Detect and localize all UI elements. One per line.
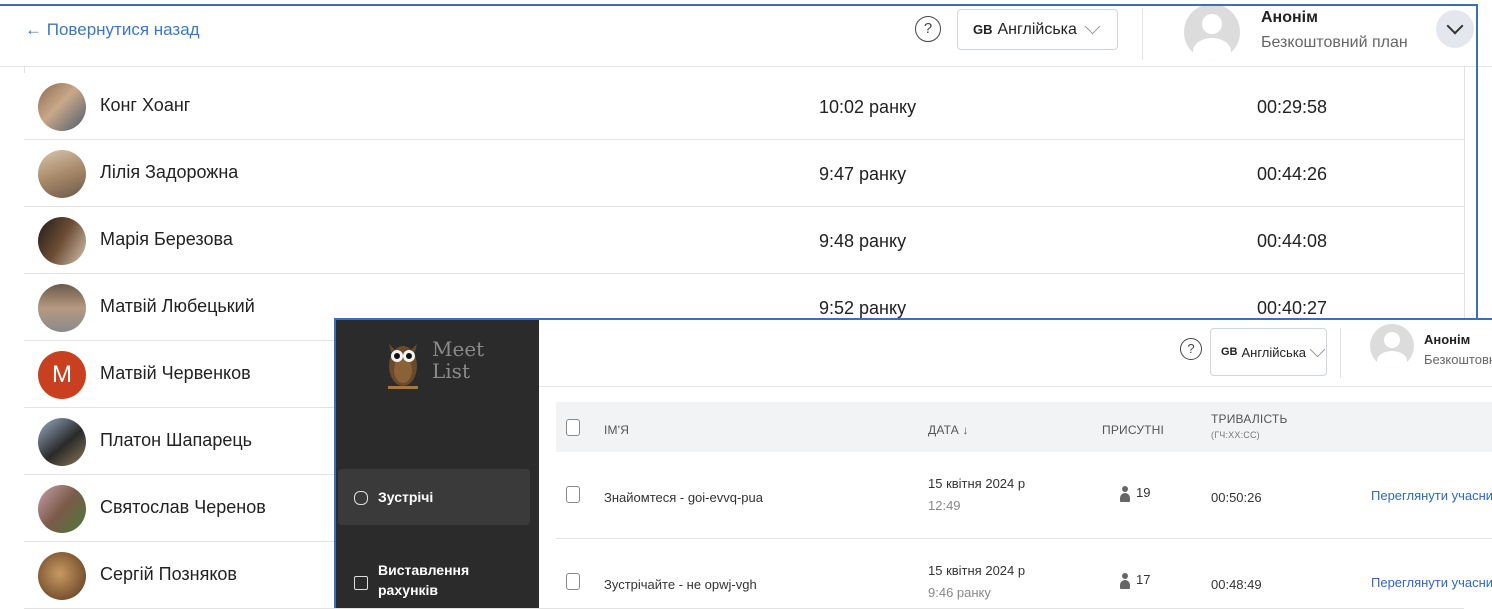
participant-name: Сергій Позняков xyxy=(100,564,237,584)
chevron-down-icon xyxy=(1309,341,1326,357)
table-row: Знайомтеся - goi-evvq-pua 15 квітня 2024… xyxy=(556,452,1492,539)
avatar: M xyxy=(38,351,86,399)
column-header-present[interactable]: ПРИСУТНІ xyxy=(1102,423,1164,437)
column-header-duration[interactable]: ТРИВАЛІСТЬ (ГЧ:ХХ:СС) xyxy=(1211,412,1288,440)
divider xyxy=(1340,328,1341,378)
join-time: 9:48 ранку xyxy=(819,231,907,251)
person-icon xyxy=(1120,486,1130,502)
user-plan: Безкоштовни xyxy=(1424,352,1492,367)
window-frame xyxy=(1476,4,1478,318)
join-time: 10:02 ранку xyxy=(819,97,917,117)
back-link[interactable]: ← Повернутися назад xyxy=(25,20,200,40)
meeting-time: 9:46 ранку xyxy=(928,585,991,600)
avatar xyxy=(38,485,86,533)
table-header: ІМ'Я ДАТА ↓ ПРИСУТНІ ТРИВАЛІСТЬ (ГЧ:ХХ:С… xyxy=(556,402,1492,452)
language-select[interactable]: GB Англійська xyxy=(1210,328,1327,376)
sidebar-item-meetings[interactable]: Зустрічі xyxy=(338,469,530,525)
duration: 00:40:27 xyxy=(1257,298,1328,318)
help-icon[interactable]: ? xyxy=(1180,338,1202,360)
meeting-duration: 00:48:49 xyxy=(1211,577,1262,592)
column-header-name[interactable]: ІМ'Я xyxy=(604,423,629,437)
meeting-name: Зустрічайте - не opwj-vgh xyxy=(604,577,757,592)
user-name: Анонім xyxy=(1261,9,1318,26)
label-line: Виставлення xyxy=(378,562,470,578)
sort-arrow-icon: ↓ xyxy=(962,423,969,437)
logo-line: Meet xyxy=(432,337,485,361)
participant-name: Лілія Задорожна xyxy=(100,162,239,182)
avatar xyxy=(38,217,86,265)
list-item: Конг Хоанг 10:02 ранку 00:29:58 xyxy=(24,73,1464,140)
divider xyxy=(1142,8,1143,60)
meeting-date: 15 квітня 2024 р xyxy=(928,476,1026,491)
participant-name: Святослав Черенов xyxy=(100,497,266,517)
avatar[interactable] xyxy=(1370,324,1414,368)
chevron-down-icon xyxy=(1446,17,1464,35)
row-checkbox[interactable] xyxy=(566,486,580,503)
sidebar-item-label: Виставлення рахунків xyxy=(378,560,469,600)
window-frame xyxy=(0,4,1478,6)
language-label: Англійська xyxy=(997,20,1077,38)
label-line: рахунків xyxy=(378,582,439,598)
meetings-table: ІМ'Я ДАТА ↓ ПРИСУТНІ ТРИВАЛІСТЬ (ГЧ:ХХ:С… xyxy=(556,402,1492,608)
language-label: Англійська xyxy=(1241,344,1307,360)
gb-flag-icon: GB xyxy=(1221,346,1238,358)
select-all-checkbox[interactable] xyxy=(566,419,580,436)
sidebar-item-label: Зустрічі xyxy=(378,489,434,505)
list-item: Лілія Задорожна 9:47 ранку 00:44:26 xyxy=(24,140,1464,207)
participant-name: Марія Березова xyxy=(100,229,233,249)
sidebar-item-billing[interactable]: Виставлення рахунків xyxy=(338,550,530,608)
language-select[interactable]: GB Англійська xyxy=(957,9,1118,50)
column-header-label: ДАТА xyxy=(928,423,959,437)
sidebar: Meet List Зустрічі Виставлення рахунків xyxy=(336,320,539,608)
duration: 00:44:26 xyxy=(1257,164,1328,184)
meeting-time: 12:49 xyxy=(928,498,961,513)
view-participants-link[interactable]: Переглянути учасникі xyxy=(1371,488,1492,503)
account-menu-button[interactable] xyxy=(1436,10,1474,48)
divider xyxy=(539,386,1492,387)
table-border xyxy=(1464,66,1465,318)
logo-text: Meet List xyxy=(432,338,484,382)
meeting-name: Знайомтеся - goi-evvq-pua xyxy=(604,490,763,505)
column-header-unit: (ГЧ:ХХ:СС) xyxy=(1211,430,1260,440)
meeting-date: 15 квітня 2024 р xyxy=(928,563,1026,578)
present-count: 17 xyxy=(1136,572,1151,587)
participant-name: Конг Хоанг xyxy=(100,95,191,115)
meetings-icon xyxy=(354,491,368,505)
user-name: Анонім xyxy=(1424,332,1471,347)
back-window-header: ← Повернутися назад ? GB Англійська Анон… xyxy=(0,0,1492,67)
avatar xyxy=(38,552,86,600)
participant-name: Платон Шапарець xyxy=(100,430,253,450)
present-count: 19 xyxy=(1136,485,1151,500)
table-row: Зустрічайте - не opwj-vgh 15 квітня 2024… xyxy=(556,539,1492,608)
chevron-down-icon xyxy=(1084,18,1101,35)
join-time: 9:47 ранку xyxy=(819,164,907,184)
person-icon xyxy=(1120,573,1130,589)
column-header-date[interactable]: ДАТА ↓ xyxy=(928,423,969,437)
avatar[interactable] xyxy=(1184,4,1240,60)
avatar xyxy=(38,83,86,131)
avatar xyxy=(38,418,86,466)
row-checkbox[interactable] xyxy=(566,573,580,590)
owl-logo-icon xyxy=(388,344,418,389)
avatar xyxy=(38,150,86,198)
meetings-window: Meet List Зустрічі Виставлення рахунків … xyxy=(334,318,1492,608)
join-time: 9:52 ранку xyxy=(819,298,907,318)
column-header-label: ТРИВАЛІСТЬ xyxy=(1211,412,1288,426)
meeting-duration: 00:50:26 xyxy=(1211,490,1262,505)
gb-flag-icon: GB xyxy=(973,22,993,37)
view-participants-link[interactable]: Переглянути учасникі xyxy=(1371,575,1492,590)
participant-name: Матвій Любецький xyxy=(100,296,255,316)
user-plan: Безкоштовний план xyxy=(1261,34,1408,51)
avatar xyxy=(38,284,86,332)
participant-name: Матвій Червенков xyxy=(100,363,251,383)
billing-icon xyxy=(354,576,368,590)
list-item: Марія Березова 9:48 ранку 00:44:08 xyxy=(24,207,1464,274)
help-icon[interactable]: ? xyxy=(915,16,941,42)
duration: 00:29:58 xyxy=(1257,97,1328,117)
duration: 00:44:08 xyxy=(1257,231,1328,251)
logo-line: List xyxy=(432,359,470,383)
